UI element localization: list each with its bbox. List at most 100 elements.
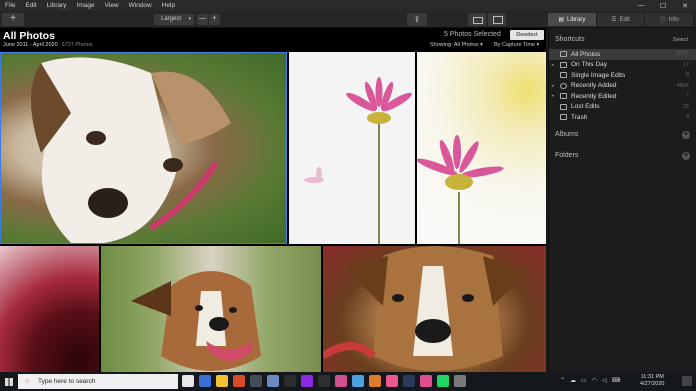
taskbar-search-input[interactable]: Type here to search xyxy=(18,374,178,389)
zoom-out-button[interactable]: — xyxy=(197,14,208,25)
chevron-right-icon[interactable]: ▸ xyxy=(549,62,557,68)
dog-smiling-image xyxy=(131,271,261,371)
chevron-down-icon: ▾ xyxy=(478,42,483,48)
sidebar-item-label: Recently Edited xyxy=(571,92,617,100)
tab-library[interactable]: ▤ Library xyxy=(548,13,597,26)
photos-icon xyxy=(560,51,567,58)
keyboard-icon[interactable]: ⌨ xyxy=(612,377,621,384)
zoom-select[interactable]: Largest xyxy=(154,14,194,25)
menu-library[interactable]: Library xyxy=(42,2,72,9)
library-header: All Photos June 2011 - April 2020 5737 Ph… xyxy=(0,28,546,52)
share-button[interactable]: ⇪ xyxy=(407,13,427,26)
minimize-button[interactable]: — xyxy=(630,2,652,10)
taskbar-app-icon[interactable] xyxy=(403,375,415,387)
photo-thumbnail[interactable] xyxy=(289,52,415,244)
sidebar-item-all-photos[interactable]: All Photos 5737 xyxy=(549,49,696,60)
sidebar-item-recently-edited[interactable]: ▸ Recently Edited 7 xyxy=(549,91,696,102)
grid-view-button[interactable] xyxy=(468,13,486,26)
taskbar-app-icon[interactable] xyxy=(369,375,381,387)
taskbar-app-icon[interactable] xyxy=(233,375,245,387)
taskbar-app-icon[interactable] xyxy=(318,375,330,387)
photo-thumbnail[interactable] xyxy=(101,246,321,372)
taskbar-app-icon[interactable] xyxy=(335,375,347,387)
showing-filter[interactable]: Showing: All Photos ▾ xyxy=(430,42,483,48)
taskbar-app-icon[interactable] xyxy=(420,375,432,387)
taskbar-app-icon[interactable] xyxy=(216,375,228,387)
sidebar-item-recently-added[interactable]: ▸ Recently Added 4804 xyxy=(549,81,696,92)
windows-taskbar: Type here to search ⌃ ☁ ▭ ◠ ◁ ⌨ 11:31 PM… xyxy=(0,372,696,391)
tab-edit[interactable]: ☰ Edit xyxy=(596,13,646,26)
sidebar-item-label: All Photos xyxy=(571,50,601,58)
toolbar: + Largest — + ⇪ ▤Library ☰Edit ⓘInfo xyxy=(0,11,696,28)
calendar-icon xyxy=(560,61,567,68)
showing-label: Showing: xyxy=(430,42,453,48)
sort-dropdown[interactable]: By Capture Time ▾ xyxy=(494,42,539,48)
tab-info[interactable]: ⓘ Info xyxy=(645,13,695,26)
photo-thumbnail[interactable] xyxy=(0,246,99,372)
chevron-down-icon: ▾ xyxy=(534,42,540,48)
sidebar-item-lost-edits[interactable]: Lost Edits 25 xyxy=(549,102,696,113)
chevron-right-icon[interactable]: ▸ xyxy=(549,83,557,89)
start-button[interactable] xyxy=(2,375,16,388)
menu-image[interactable]: Image xyxy=(72,2,100,9)
add-album-button[interactable]: + xyxy=(682,131,690,139)
tab-edit-label: Edit xyxy=(619,16,630,23)
sidebar-item-label: Single Image Edits xyxy=(571,71,626,79)
sidebar-item-label: Trash xyxy=(571,113,588,121)
notification-button[interactable] xyxy=(682,376,692,386)
taskbar-app-icon[interactable] xyxy=(284,375,296,387)
folders-heading: Folders xyxy=(555,152,579,159)
deselect-button[interactable]: Deselect xyxy=(510,30,544,40)
taskbar-app-icon[interactable] xyxy=(301,375,313,387)
menu-help[interactable]: Help xyxy=(157,2,180,9)
menu-edit[interactable]: Edit xyxy=(20,2,41,9)
clock-date: 4/27/2020 xyxy=(640,381,665,387)
taskbar-app-icon[interactable] xyxy=(352,375,364,387)
taskbar-app-icon[interactable] xyxy=(454,375,466,387)
sidebar-item-on-this-day[interactable]: ▸ On This Day 17 xyxy=(549,60,696,71)
volume-icon[interactable]: ◁ xyxy=(602,377,607,384)
mode-tabs: ▤ Library ☰ Edit ⓘ Info xyxy=(548,13,695,26)
tab-library-label: Library xyxy=(567,16,586,23)
taskbar-app-icon[interactable] xyxy=(250,375,262,387)
taskbar-app-icon[interactable] xyxy=(437,375,449,387)
shortcuts-list: All Photos 5737 ▸ On This Day 17 Single … xyxy=(549,49,696,123)
taskbar-app-icon[interactable] xyxy=(182,375,194,387)
photo-thumbnail[interactable] xyxy=(323,246,546,372)
sliders-icon xyxy=(560,93,567,100)
single-view-button[interactable] xyxy=(488,13,506,26)
chevron-right-icon[interactable]: ▸ xyxy=(549,93,557,99)
photo-thumbnail[interactable] xyxy=(417,52,546,244)
taskbar-app-icon[interactable] xyxy=(199,375,211,387)
sidebar-item-label: Lost Edits xyxy=(571,103,600,111)
trash-icon xyxy=(560,114,567,121)
zoom-in-button[interactable]: + xyxy=(209,14,220,25)
sidebar-item-single-image-edits[interactable]: Single Image Edits 8 xyxy=(549,70,696,81)
window-controls: — ☐ ✕ xyxy=(630,2,696,10)
chevron-up-icon[interactable]: ⌃ xyxy=(560,377,565,384)
item-count: 17 xyxy=(682,61,689,68)
add-photos-button[interactable]: + xyxy=(2,13,24,26)
maximize-button[interactable]: ☐ xyxy=(652,2,674,10)
share-icon: ⇪ xyxy=(413,15,421,24)
sidebar-item-trash[interactable]: Trash 4 xyxy=(549,112,696,123)
photo-thumbnail[interactable] xyxy=(0,52,287,244)
menu-view[interactable]: View xyxy=(100,2,124,9)
select-button[interactable]: Select xyxy=(673,37,688,43)
close-button[interactable]: ✕ xyxy=(674,2,696,10)
taskbar-apps xyxy=(182,375,466,387)
wifi-icon[interactable]: ◠ xyxy=(592,377,597,384)
taskbar-app-icon[interactable] xyxy=(386,375,398,387)
sidebar-item-label: On This Day xyxy=(571,61,608,69)
menu-file[interactable]: File xyxy=(0,2,20,9)
battery-icon[interactable]: ▭ xyxy=(581,377,587,384)
selection-status: 5 Photos Selected xyxy=(444,31,501,38)
cloud-icon[interactable]: ☁ xyxy=(570,377,576,384)
shortcuts-heading: Shortcuts xyxy=(555,36,585,43)
image-icon xyxy=(560,103,567,110)
menu-window[interactable]: Window xyxy=(124,2,157,9)
taskbar-clock[interactable]: 11:31 PM 4/27/2020 xyxy=(640,374,664,388)
add-folder-button[interactable]: + xyxy=(682,152,690,160)
taskbar-app-icon[interactable] xyxy=(267,375,279,387)
albums-heading: Albums xyxy=(555,131,579,138)
